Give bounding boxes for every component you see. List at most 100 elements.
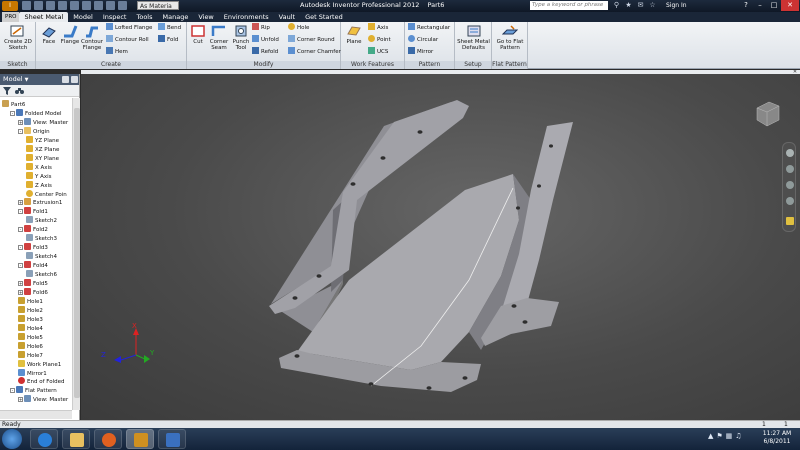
tab-tools[interactable]: Tools bbox=[131, 12, 157, 22]
collapse-icon[interactable]: - bbox=[10, 110, 15, 116]
close-icon[interactable]: ✕ bbox=[781, 0, 799, 11]
browser-item[interactable]: X Axis bbox=[26, 162, 52, 172]
tab-inspect[interactable]: Inspect bbox=[98, 12, 132, 22]
browser-item[interactable]: Hole5 bbox=[18, 332, 43, 342]
browser-item[interactable]: Hole6 bbox=[18, 341, 43, 351]
tab-get-started[interactable]: Get Started bbox=[300, 12, 348, 22]
tab-pro[interactable]: PRO bbox=[2, 12, 20, 22]
browser-horizontal-scrollbar[interactable] bbox=[0, 410, 72, 419]
browser-item[interactable]: + Fold5 bbox=[18, 279, 48, 288]
browser-item[interactable]: Sketch2 bbox=[26, 216, 57, 225]
restore-icon[interactable]: □ bbox=[767, 0, 781, 11]
refold-button[interactable]: Refold bbox=[252, 47, 278, 56]
volume-icon[interactable]: ♫ bbox=[735, 432, 741, 440]
browser-item[interactable]: Hole3 bbox=[18, 314, 43, 324]
hole[interactable] bbox=[380, 156, 386, 160]
point-button[interactable]: Point bbox=[368, 35, 391, 44]
browser-item[interactable]: - Flat Pattern bbox=[10, 386, 57, 395]
browser-item[interactable]: Work Plane1 bbox=[18, 359, 61, 369]
bend-button[interactable]: Bend bbox=[158, 23, 181, 32]
tab-view[interactable]: View bbox=[193, 12, 218, 22]
browser-item[interactable]: - Folded Model bbox=[10, 108, 62, 118]
hole[interactable] bbox=[294, 354, 300, 358]
browser-item[interactable]: Hole1 bbox=[18, 296, 43, 306]
browser-item[interactable]: YZ Plane bbox=[26, 135, 59, 145]
browser-item[interactable]: Sketch6 bbox=[26, 270, 57, 279]
pan-icon[interactable] bbox=[786, 165, 794, 173]
orbit-icon[interactable] bbox=[786, 197, 794, 205]
appearance-icon[interactable] bbox=[118, 1, 127, 10]
minimize-icon[interactable]: – bbox=[753, 0, 767, 11]
browser-item[interactable]: - Fold3 bbox=[18, 243, 48, 252]
corner-seam-button[interactable]: Corner Seam bbox=[208, 24, 230, 51]
subscription-icon[interactable]: ★ bbox=[624, 1, 633, 10]
ucs-button[interactable]: UCS bbox=[368, 47, 388, 56]
browser-item[interactable]: - Origin bbox=[18, 126, 50, 136]
browser-item[interactable]: End of Folded bbox=[18, 377, 64, 386]
help-icon[interactable] bbox=[62, 76, 69, 83]
corner-round-button[interactable]: Corner Round bbox=[288, 35, 335, 44]
fold-button[interactable]: Fold bbox=[158, 35, 178, 44]
tab-sheet-metal[interactable]: Sheet Metal bbox=[19, 12, 69, 22]
collapse-icon[interactable]: - bbox=[18, 128, 23, 134]
hole[interactable] bbox=[522, 320, 528, 324]
hole[interactable] bbox=[316, 274, 322, 278]
search-icon[interactable]: ⚲ bbox=[612, 1, 621, 10]
corner-chamfer-button[interactable]: Corner Chamfer bbox=[288, 47, 341, 56]
open-icon[interactable] bbox=[34, 1, 43, 10]
hole[interactable] bbox=[426, 386, 432, 390]
hem-button[interactable]: Hem bbox=[106, 47, 128, 56]
steering-wheel-icon[interactable] bbox=[786, 149, 794, 157]
expand-icon[interactable]: + bbox=[18, 397, 23, 403]
hole[interactable] bbox=[292, 296, 298, 300]
browser-item[interactable]: Y Axis bbox=[26, 171, 52, 181]
zoom-icon[interactable] bbox=[786, 181, 794, 189]
hole[interactable] bbox=[516, 206, 520, 210]
close-pane-icon[interactable] bbox=[71, 76, 78, 83]
flange-button[interactable]: Flange bbox=[60, 24, 80, 45]
tab-vault[interactable]: Vault bbox=[274, 12, 300, 22]
graphics-viewport[interactable]: ✕ X Z Y bbox=[81, 70, 800, 420]
communication-icon[interactable]: ✉ bbox=[636, 1, 645, 10]
browser-item[interactable]: + Extrusion1 bbox=[18, 198, 62, 207]
hole[interactable] bbox=[417, 130, 423, 134]
browser-item[interactable]: Hole2 bbox=[18, 305, 43, 315]
inventor-logo-icon[interactable]: I bbox=[2, 1, 18, 11]
collapse-icon[interactable]: - bbox=[10, 388, 15, 394]
scroll-thumb[interactable] bbox=[74, 108, 80, 398]
browser-item[interactable]: - Fold2 bbox=[18, 225, 48, 234]
browser-item[interactable]: Center Poin bbox=[26, 189, 67, 199]
browser-item[interactable]: + Fold6 bbox=[18, 287, 48, 297]
look-at-icon[interactable] bbox=[786, 217, 794, 225]
browser-item[interactable]: - Fold4 bbox=[18, 261, 48, 270]
expand-icon[interactable]: + bbox=[18, 281, 23, 286]
favorites-icon[interactable]: ☆ bbox=[648, 1, 657, 10]
hole-button[interactable]: Hole bbox=[288, 23, 309, 32]
redo-icon[interactable] bbox=[70, 1, 79, 10]
cut-button[interactable]: Cut bbox=[189, 24, 207, 45]
mirror-button[interactable]: Mirror bbox=[408, 47, 433, 56]
browser-item[interactable]: Mirror1 bbox=[18, 368, 47, 378]
hole[interactable] bbox=[368, 382, 374, 386]
show-hidden-icons-icon[interactable]: ▲ bbox=[708, 432, 713, 440]
lofted-flange-button[interactable]: Lofted Flange bbox=[106, 23, 152, 32]
update-icon[interactable] bbox=[106, 1, 115, 10]
sheet-metal-defaults-button[interactable]: Sheet Metal Defaults bbox=[456, 24, 491, 51]
network-icon[interactable]: ▦ bbox=[726, 432, 733, 440]
punch-tool-button[interactable]: Punch Tool bbox=[231, 24, 251, 51]
tab-manage[interactable]: Manage bbox=[158, 12, 194, 22]
help-icon[interactable]: ? bbox=[739, 0, 753, 11]
viewcube[interactable] bbox=[753, 98, 783, 128]
taskbar-inventor[interactable] bbox=[126, 429, 154, 449]
search-input[interactable]: Type a keyword or phrase bbox=[530, 1, 608, 10]
find-binoculars-icon[interactable] bbox=[15, 87, 24, 95]
contour-roll-button[interactable]: Contour Roll bbox=[106, 35, 149, 44]
taskbar-app[interactable] bbox=[158, 429, 186, 449]
browser-item[interactable]: Hole4 bbox=[18, 323, 43, 333]
collapse-icon[interactable]: - bbox=[18, 227, 23, 233]
hole[interactable] bbox=[549, 144, 553, 148]
expand-icon[interactable]: + bbox=[18, 200, 23, 206]
sheet-metal-part[interactable]: X Z Y bbox=[81, 70, 800, 420]
browser-title[interactable]: Model bbox=[3, 75, 23, 83]
taskbar-ie[interactable] bbox=[30, 429, 58, 449]
